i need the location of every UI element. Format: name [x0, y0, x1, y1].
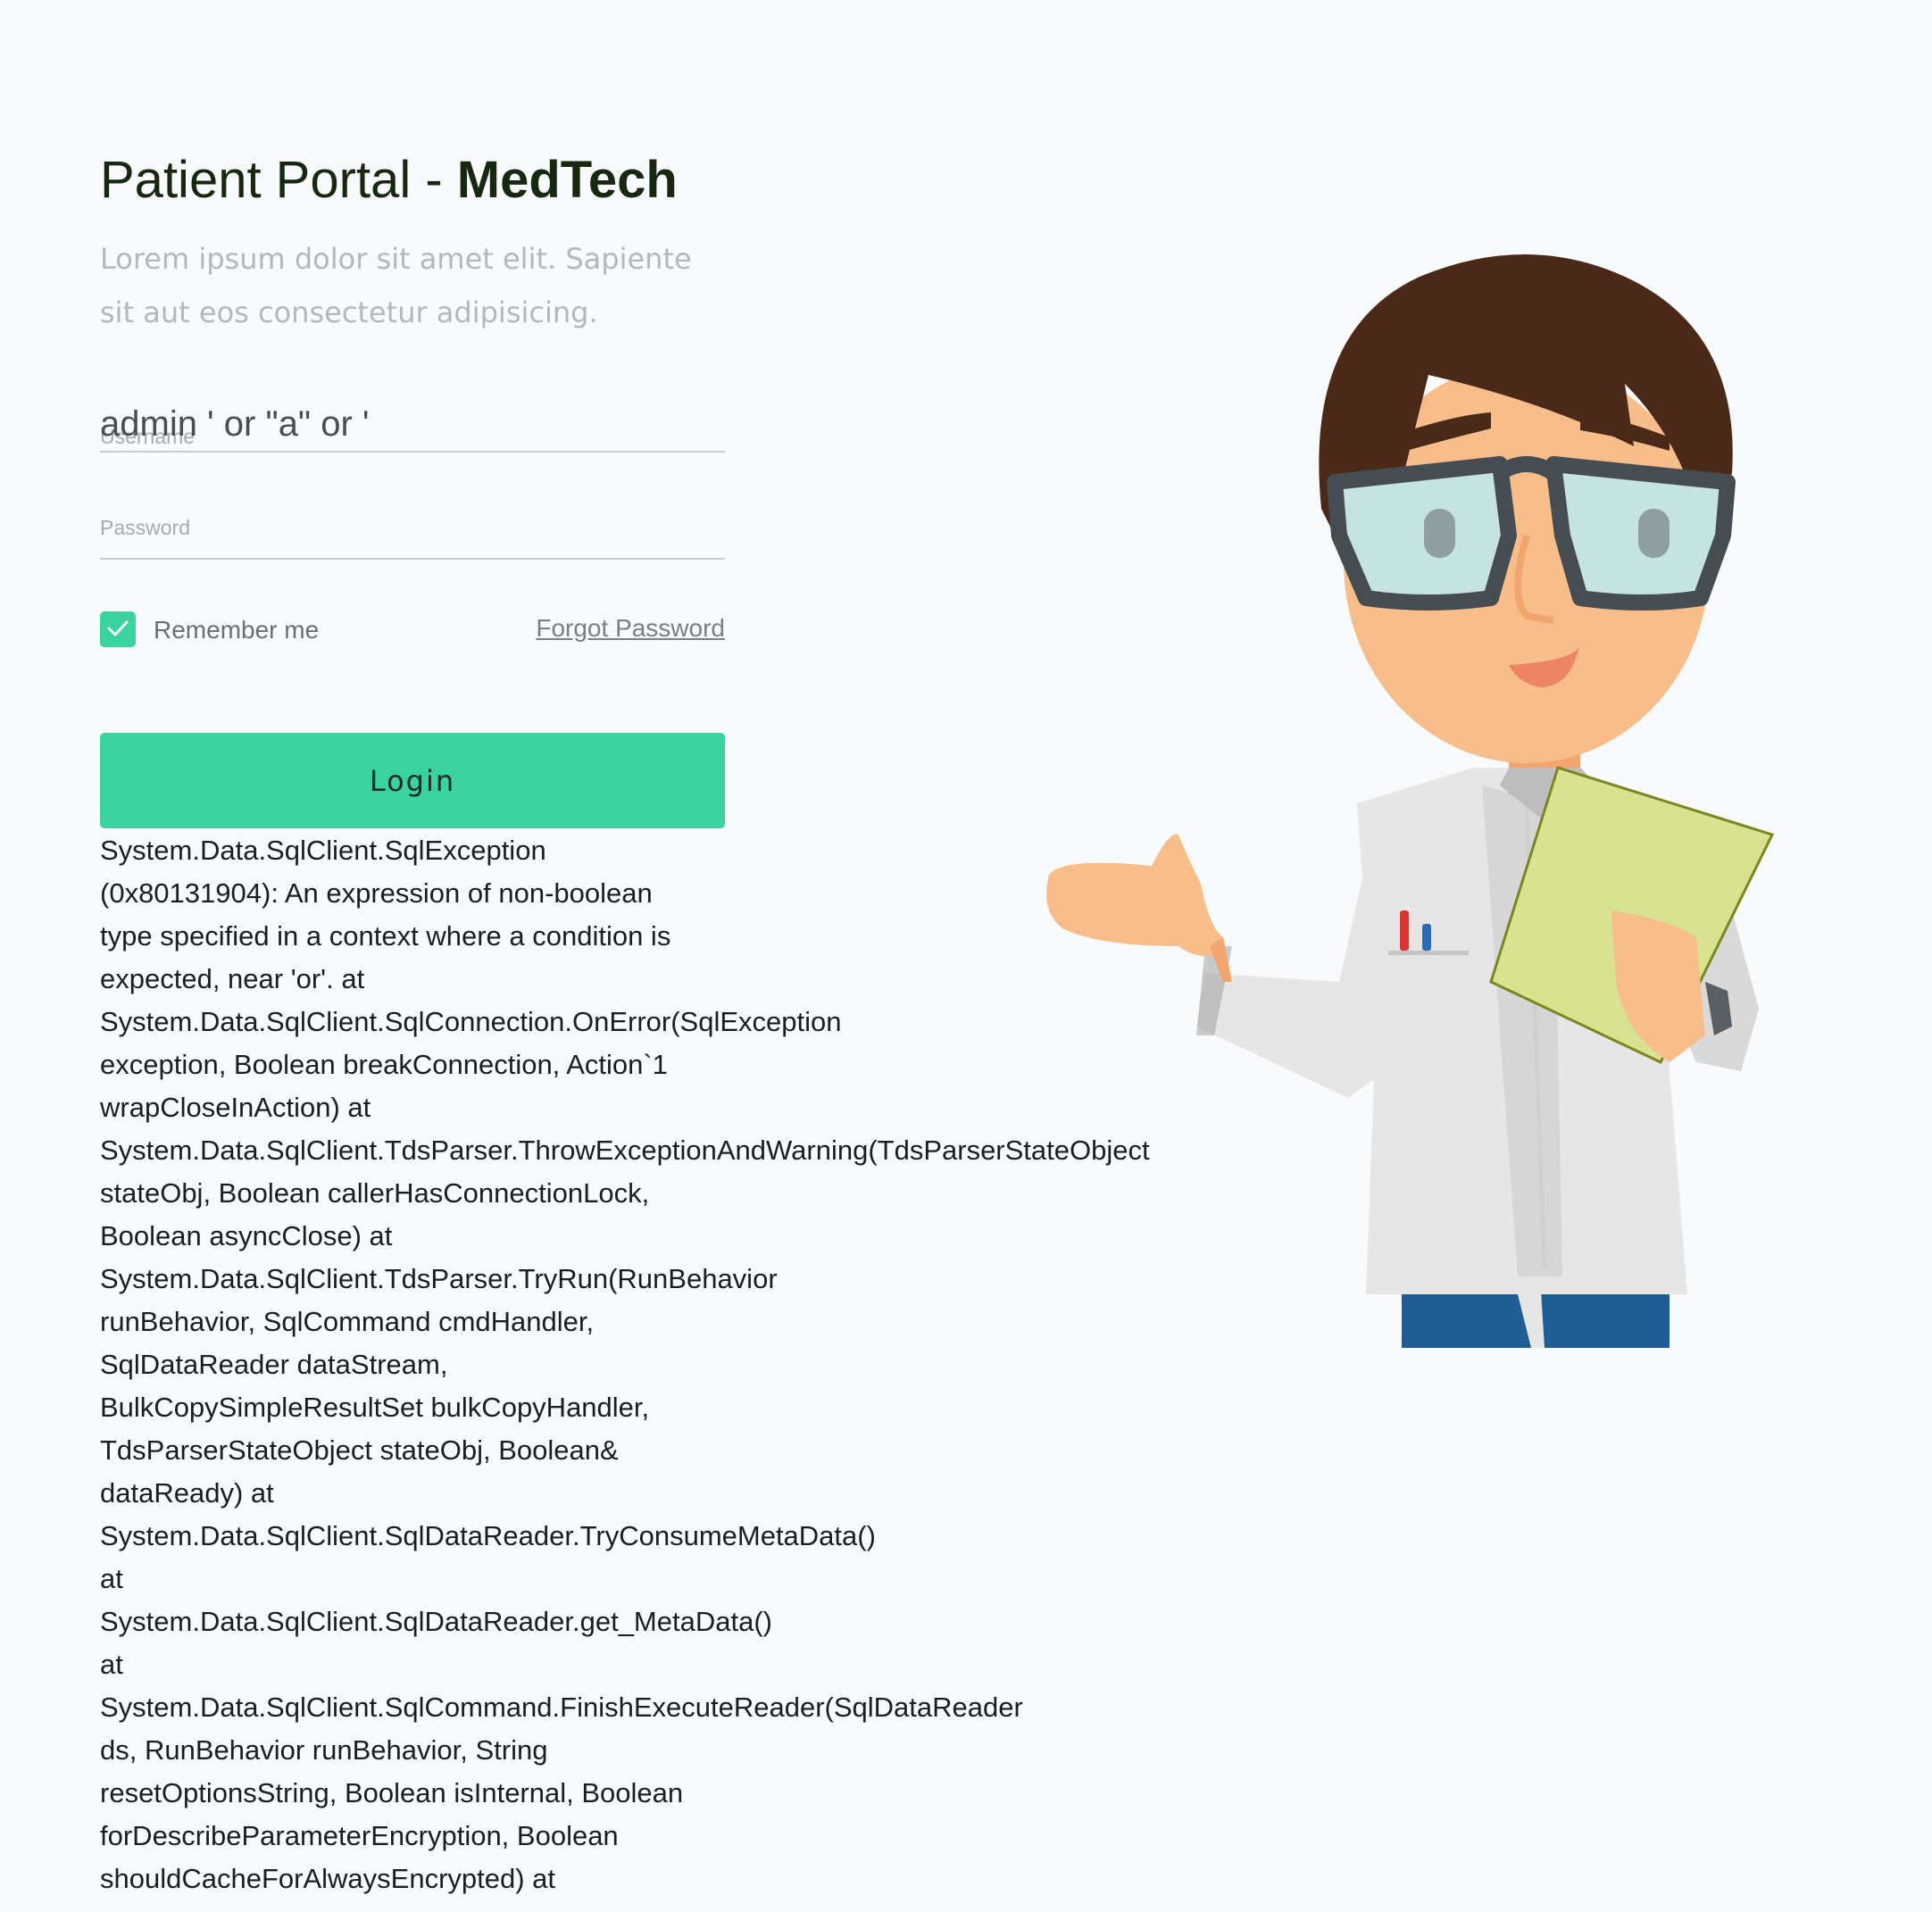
username-field[interactable]: Username [100, 384, 725, 453]
login-form: Username Password Remember me Forgot Pas… [100, 147, 725, 861]
red-pen [1400, 910, 1409, 951]
doctor-hand [1046, 834, 1223, 957]
error-line: ds, RunBehavior runBehavior, String [100, 1734, 548, 1766]
sql-error-output: System.Data.SqlClient.SqlException (0x801… [100, 829, 1198, 1900]
error-line: BulkCopySimpleResultSet bulkCopyHandler, [100, 1392, 650, 1423]
error-line: resetOptionsString, Boolean isInternal, … [100, 1777, 684, 1808]
error-line: (0x80131904): An expression of non-boole… [100, 877, 653, 909]
error-line: System.Data.SqlClient.SqlDataReader.TryC… [100, 1520, 876, 1551]
remember-label: Remember me [154, 616, 320, 644]
doctor-illustration [1046, 254, 1775, 1348]
error-line: SqlDataReader dataStream, [100, 1349, 448, 1380]
check-icon [107, 620, 129, 636]
remember-row: Remember me Forgot Password [100, 611, 725, 647]
login-button[interactable]: Login [100, 733, 725, 828]
error-line: System.Data.SqlClient.TdsParser.TryRun(R… [100, 1263, 778, 1294]
error-line: at [100, 1563, 123, 1594]
blue-pen [1422, 924, 1431, 951]
error-line: System.Data.SqlClient.SqlCommand.FinishE… [100, 1692, 1023, 1723]
password-input[interactable] [100, 511, 725, 552]
error-line: exception, Boolean breakConnection, Acti… [100, 1049, 668, 1080]
forgot-password-link[interactable]: Forgot Password [536, 614, 725, 643]
login-panel: Patient Portal - MedTech Lorem ipsum dol… [100, 147, 725, 828]
error-line: shouldCacheForAlwaysEncrypted) at [100, 1863, 556, 1894]
glasses [1327, 456, 1517, 611]
error-line: expected, near 'or'. at [100, 963, 365, 994]
error-line: at [100, 1649, 123, 1680]
error-line: TdsParserStateObject stateObj, Boolean& [100, 1434, 619, 1466]
error-line: runBehavior, SqlCommand cmdHandler, [100, 1306, 595, 1337]
error-line: System.Data.SqlClient.TdsParser.ThrowExc… [100, 1135, 1150, 1166]
error-line: System.Data.SqlClient.SqlDataReader.get_… [100, 1606, 772, 1637]
remember-checkbox[interactable] [100, 611, 136, 647]
error-line: System.Data.SqlClient.SqlException [100, 835, 546, 866]
error-line: Boolean asyncClose) at [100, 1220, 393, 1251]
username-input[interactable] [100, 404, 725, 445]
error-line: dataReady) at [100, 1477, 274, 1509]
error-line: forDescribeParameterEncryption, Boolean [100, 1820, 619, 1851]
password-field[interactable]: Password [100, 491, 725, 560]
error-line: stateObj, Boolean callerHasConnectionLoc… [100, 1177, 650, 1209]
error-line: wrapCloseInAction) at [100, 1092, 371, 1123]
error-line: type specified in a context where a cond… [100, 920, 671, 952]
error-line: System.Data.SqlClient.SqlConnection.OnEr… [100, 1006, 842, 1037]
